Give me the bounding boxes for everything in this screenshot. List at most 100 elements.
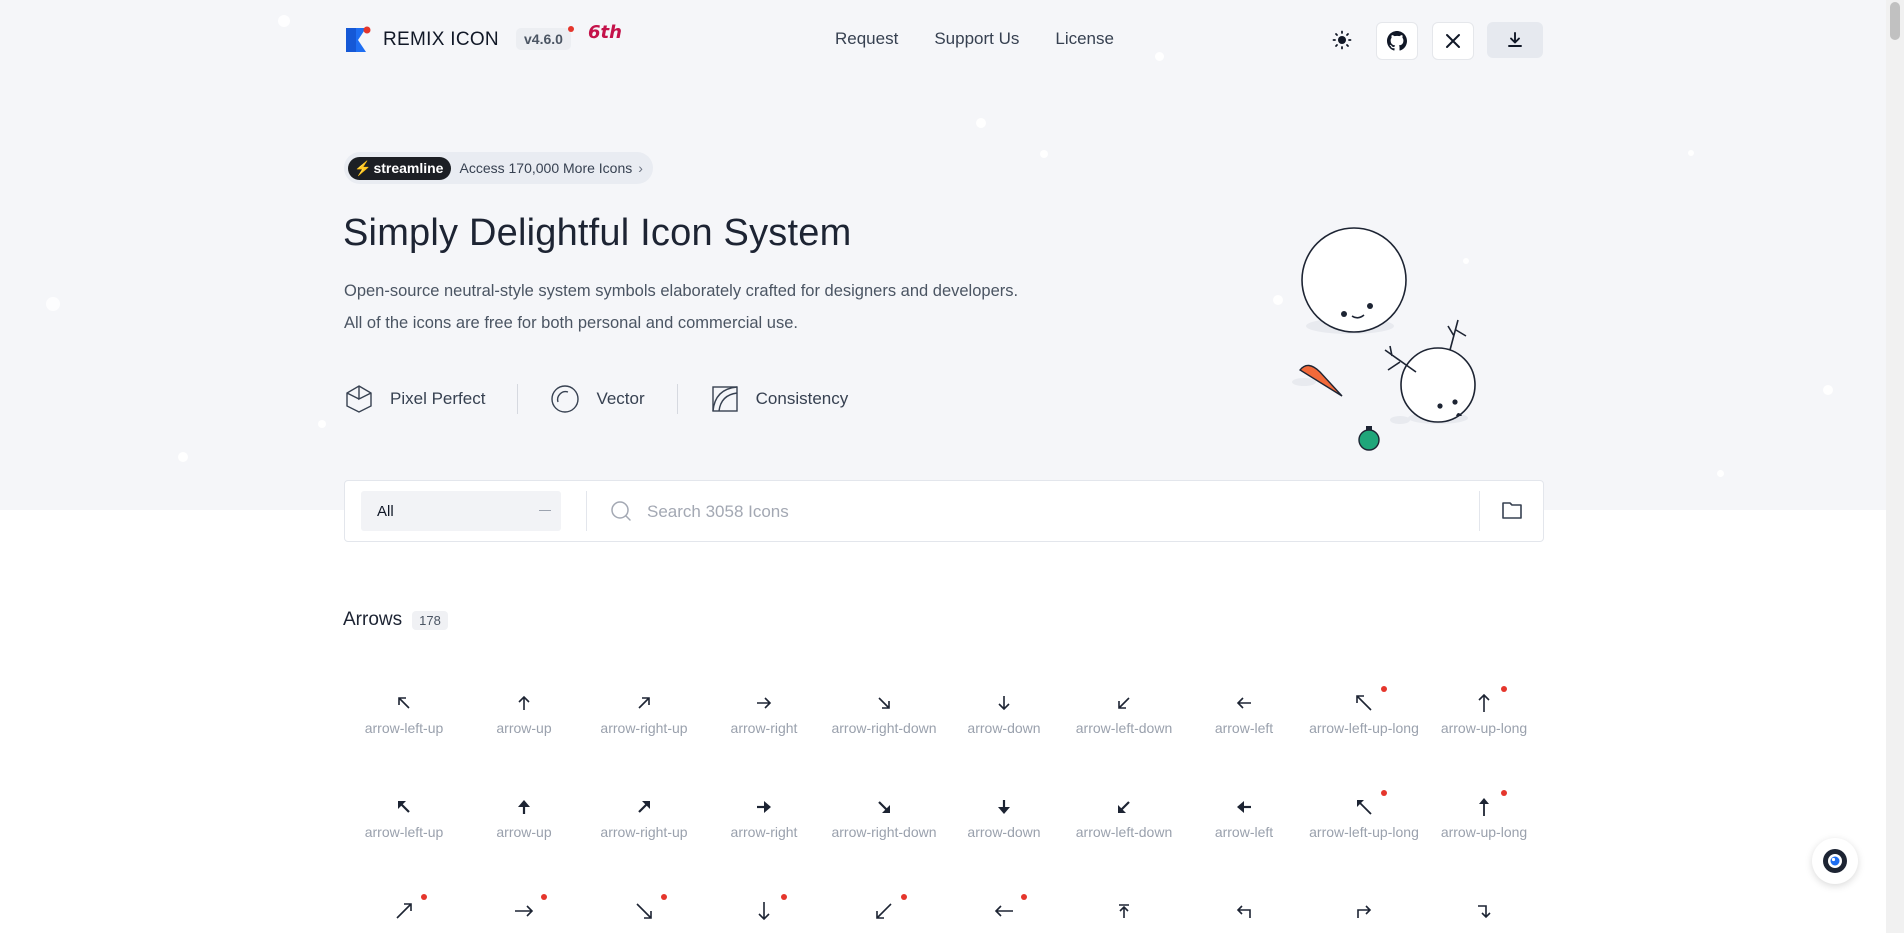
corner-up-left-icon <box>1236 905 1251 918</box>
icon-card[interactable]: arrow-right <box>704 792 824 840</box>
arrow-right-long-icon <box>515 905 534 917</box>
folder-icon[interactable] <box>1501 500 1523 520</box>
icon-name: arrow-right-up <box>600 720 688 736</box>
arrow-left-up-fill-icon <box>398 801 410 813</box>
new-dot <box>1021 894 1027 900</box>
icon-card[interactable] <box>344 894 464 926</box>
icon-name: arrow-left-up <box>364 720 444 736</box>
square-curve-icon <box>710 384 740 414</box>
new-dot <box>661 894 667 900</box>
icon-card[interactable] <box>704 894 824 926</box>
icon-name: arrow-right <box>730 720 798 736</box>
icon-card[interactable] <box>1424 896 1544 926</box>
category-select-value: All <box>377 502 394 520</box>
icon-card[interactable] <box>1184 896 1304 926</box>
arrow-right-icon <box>757 697 772 709</box>
icon-name: arrow-up <box>496 824 552 840</box>
streamline-promo[interactable]: ⚡ streamline Access 170,000 More Icons › <box>344 152 653 184</box>
cube-icon <box>344 384 374 414</box>
icon-card[interactable]: arrow-down <box>944 688 1064 736</box>
icon-card[interactable]: arrow-left-down <box>1064 688 1184 736</box>
version-badge[interactable]: v4.6.0 <box>516 28 571 50</box>
feature-label: Pixel Perfect <box>390 389 486 408</box>
icon-card[interactable] <box>584 894 704 926</box>
select-caret-icon <box>539 510 551 511</box>
new-dot <box>421 894 427 900</box>
icon-card[interactable]: arrow-right-up <box>584 792 704 840</box>
icon-card[interactable]: arrow-left <box>1184 688 1304 736</box>
icon-name: arrow-left-up-long <box>1309 824 1419 840</box>
logo[interactable]: REMIX ICON <box>344 26 499 54</box>
icon-name: arrow-down <box>967 720 1041 736</box>
icon-card[interactable]: arrow-up-long <box>1424 686 1544 736</box>
arrow-up-long-fill-icon <box>1479 798 1489 816</box>
icon-name: arrow-right <box>730 824 798 840</box>
promo-text: Access 170,000 More Icons <box>459 160 633 176</box>
new-dot <box>541 894 547 900</box>
arrow-left-icon <box>1236 697 1251 709</box>
x-twitter-button[interactable] <box>1432 22 1474 60</box>
floating-support-button[interactable] <box>1812 838 1858 884</box>
category-count: 178 <box>412 610 448 630</box>
icon-name: arrow-up-long <box>1440 824 1528 840</box>
corner-right-down-icon <box>1478 905 1491 919</box>
icon-card[interactable]: arrow-left-up <box>344 688 464 736</box>
page-scrollbar[interactable] <box>1886 0 1904 933</box>
icon-card[interactable]: arrow-down <box>944 792 1064 840</box>
github-button[interactable] <box>1376 22 1418 60</box>
icon-name: arrow-left-down <box>1075 720 1173 736</box>
icon-name: arrow-up-long <box>1440 720 1528 736</box>
icon-card[interactable]: arrow-left <box>1184 792 1304 840</box>
icon-card[interactable]: arrow-up <box>464 792 584 840</box>
arrow-right-down-fill-icon <box>878 801 890 813</box>
icon-card[interactable] <box>1304 896 1424 926</box>
icon-card[interactable]: arrow-up-long <box>1424 790 1544 840</box>
download-button[interactable] <box>1487 22 1543 58</box>
icon-name: arrow-right-up <box>600 824 688 840</box>
icon-card[interactable]: arrow-right <box>704 688 824 736</box>
search-input[interactable] <box>645 493 1449 531</box>
nav-support-us[interactable]: Support Us <box>934 29 1019 49</box>
icon-card[interactable]: arrow-right-down <box>824 792 944 840</box>
hero-description-line1: Open-source neutral-style system symbols… <box>344 282 1019 300</box>
chat-eye-icon <box>1823 849 1847 873</box>
github-icon <box>1387 31 1407 51</box>
icon-card[interactable]: arrow-right-up <box>584 688 704 736</box>
arrow-right-down-long-icon <box>636 903 652 919</box>
icon-card[interactable]: arrow-left-up-long <box>1304 686 1424 736</box>
icon-name: arrow-left-down <box>1075 824 1173 840</box>
arrow-left-down-fill-icon <box>1118 801 1130 813</box>
arrow-up-fill-icon <box>518 800 530 814</box>
icon-card[interactable]: arrow-right-down <box>824 688 944 736</box>
arrow-left-up-long-fill-icon <box>1357 800 1372 815</box>
theme-toggle-button[interactable] <box>1322 22 1362 58</box>
scrollbar-thumb[interactable] <box>1890 2 1900 40</box>
page-title: Simply Delightful Icon System <box>343 212 852 254</box>
icon-card[interactable] <box>944 894 1064 926</box>
new-dot <box>1501 790 1507 796</box>
anniversary-badge[interactable]: 6th <box>588 22 622 43</box>
feature-list: Pixel Perfect Vector Consistency <box>344 384 848 414</box>
divider <box>586 491 587 531</box>
arrow-right-fill-icon <box>757 801 771 813</box>
category-select[interactable]: All <box>361 491 561 531</box>
streamline-badge: ⚡ streamline <box>348 156 452 180</box>
icon-card[interactable]: arrow-left-down <box>1064 792 1184 840</box>
new-dot <box>568 26 574 32</box>
icon-card[interactable]: arrow-up <box>464 688 584 736</box>
arrow-down-fill-icon <box>998 800 1010 814</box>
arrow-left-up-icon <box>398 697 410 709</box>
logo-text: REMIX ICON <box>383 29 499 50</box>
icon-name: arrow-left-up <box>364 824 444 840</box>
icon-card[interactable]: arrow-left-up <box>344 792 464 840</box>
search-bar: All <box>344 480 1544 542</box>
corner-up-right-icon <box>1357 905 1372 918</box>
icon-card[interactable] <box>824 894 944 926</box>
arrow-up-icon <box>518 695 530 710</box>
nav-license[interactable]: License <box>1055 29 1114 49</box>
icon-card[interactable] <box>464 894 584 926</box>
icon-card[interactable] <box>1064 896 1184 926</box>
icon-card[interactable]: arrow-left-up-long <box>1304 790 1424 840</box>
nav-request[interactable]: Request <box>835 29 898 49</box>
icon-name: arrow-left <box>1214 720 1274 736</box>
